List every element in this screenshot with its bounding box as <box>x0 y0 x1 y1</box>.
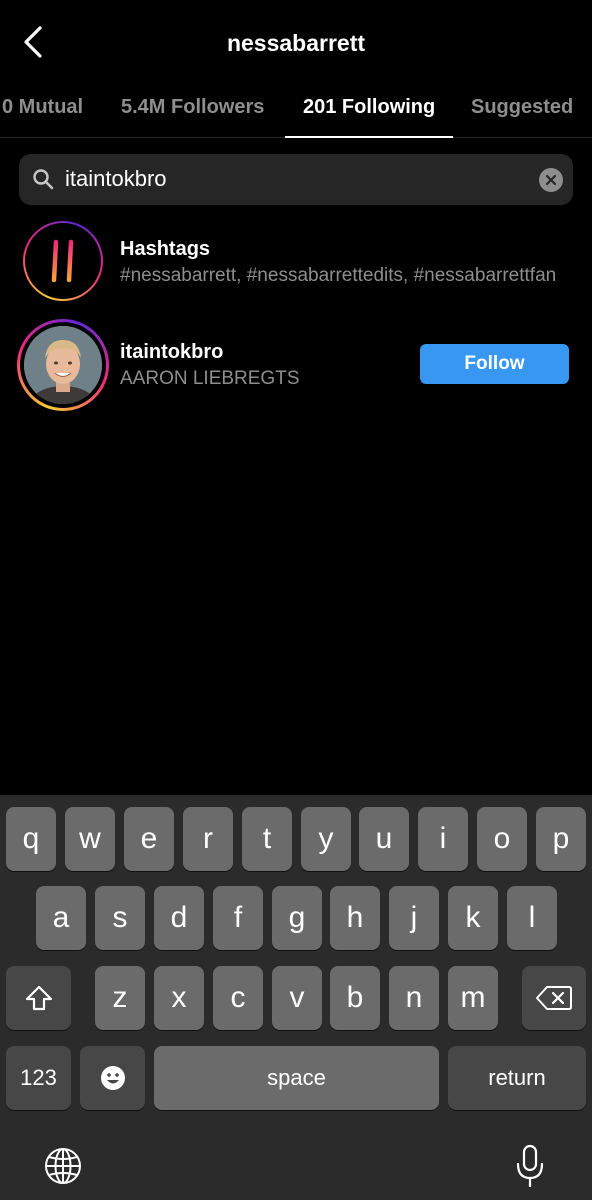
username: itaintokbro <box>120 341 224 363</box>
avatar[interactable] <box>24 326 102 404</box>
backspace-key[interactable] <box>522 966 586 1030</box>
key-d[interactable]: d <box>154 886 204 950</box>
user-result[interactable]: itaintokbro AARON LIEBREGTS Follow <box>0 318 592 412</box>
key-q[interactable]: q <box>6 807 56 871</box>
follow-button[interactable]: Follow <box>420 344 569 384</box>
key-s[interactable]: s <box>95 886 145 950</box>
user-avatar-ring <box>17 319 109 411</box>
search-input[interactable] <box>65 162 525 196</box>
key-r[interactable]: r <box>183 807 233 871</box>
microphone-icon <box>516 1144 544 1188</box>
key-l[interactable]: l <box>507 886 557 950</box>
key-c[interactable]: c <box>213 966 263 1030</box>
backspace-icon <box>536 986 572 1010</box>
globe-button[interactable] <box>40 1143 86 1189</box>
clear-search-button[interactable] <box>539 168 563 192</box>
full-name: AARON LIEBREGTS <box>120 368 300 389</box>
key-a[interactable]: a <box>36 886 86 950</box>
hashtags-title: Hashtags <box>120 238 211 260</box>
key-o[interactable]: o <box>477 807 527 871</box>
globe-icon <box>45 1148 81 1184</box>
key-v[interactable]: v <box>272 966 322 1030</box>
hashtag-icon <box>43 239 83 283</box>
space-key[interactable]: space <box>154 1046 439 1110</box>
key-g[interactable]: g <box>272 886 322 950</box>
numbers-key[interactable]: 123 <box>6 1046 71 1110</box>
dictation-button[interactable] <box>508 1141 552 1191</box>
tab-followers[interactable]: 5.4M Followers <box>121 96 264 119</box>
hashtags-subtitle: #nessabarrett, #nessabarrettedits, #ness… <box>120 265 557 286</box>
emoji-icon <box>100 1066 125 1090</box>
key-j[interactable]: j <box>389 886 439 950</box>
tab-suggested[interactable]: Suggested <box>471 96 573 119</box>
tab-mutual[interactable]: 0 Mutual <box>2 96 83 119</box>
key-i[interactable]: i <box>418 807 468 871</box>
key-e[interactable]: e <box>124 807 174 871</box>
profile-photo <box>24 326 102 404</box>
key-w[interactable]: w <box>65 807 115 871</box>
key-k[interactable]: k <box>448 886 498 950</box>
key-p[interactable]: p <box>536 807 586 871</box>
key-x[interactable]: x <box>154 966 204 1030</box>
hashtag-avatar <box>23 221 103 301</box>
page-title: nessabarrett <box>226 30 366 56</box>
key-m[interactable]: m <box>448 966 498 1030</box>
tab-following[interactable]: 201 Following <box>303 96 435 119</box>
key-u[interactable]: u <box>359 807 409 871</box>
search-icon <box>33 169 54 190</box>
key-y[interactable]: y <box>301 807 351 871</box>
key-f[interactable]: f <box>213 886 263 950</box>
shift-key[interactable] <box>6 966 71 1030</box>
key-b[interactable]: b <box>330 966 380 1030</box>
header: nessabarrett <box>0 0 592 88</box>
key-t[interactable]: t <box>242 807 292 871</box>
emoji-key[interactable] <box>80 1046 145 1110</box>
tab-bar: 0 Mutual 5.4M Followers 201 Following Su… <box>0 88 592 138</box>
key-h[interactable]: h <box>330 886 380 950</box>
keyboard: q w e r t y u i o p a s d f g h j k l z … <box>0 795 592 1200</box>
search-bar[interactable] <box>19 154 573 205</box>
key-z[interactable]: z <box>95 966 145 1030</box>
hashtags-result[interactable]: Hashtags #nessabarrett, #nessabarrettedi… <box>0 218 592 306</box>
shift-icon <box>25 985 52 1011</box>
active-tab-indicator <box>285 136 453 138</box>
key-n[interactable]: n <box>389 966 439 1030</box>
clear-icon <box>545 174 557 186</box>
return-key[interactable]: return <box>448 1046 586 1110</box>
